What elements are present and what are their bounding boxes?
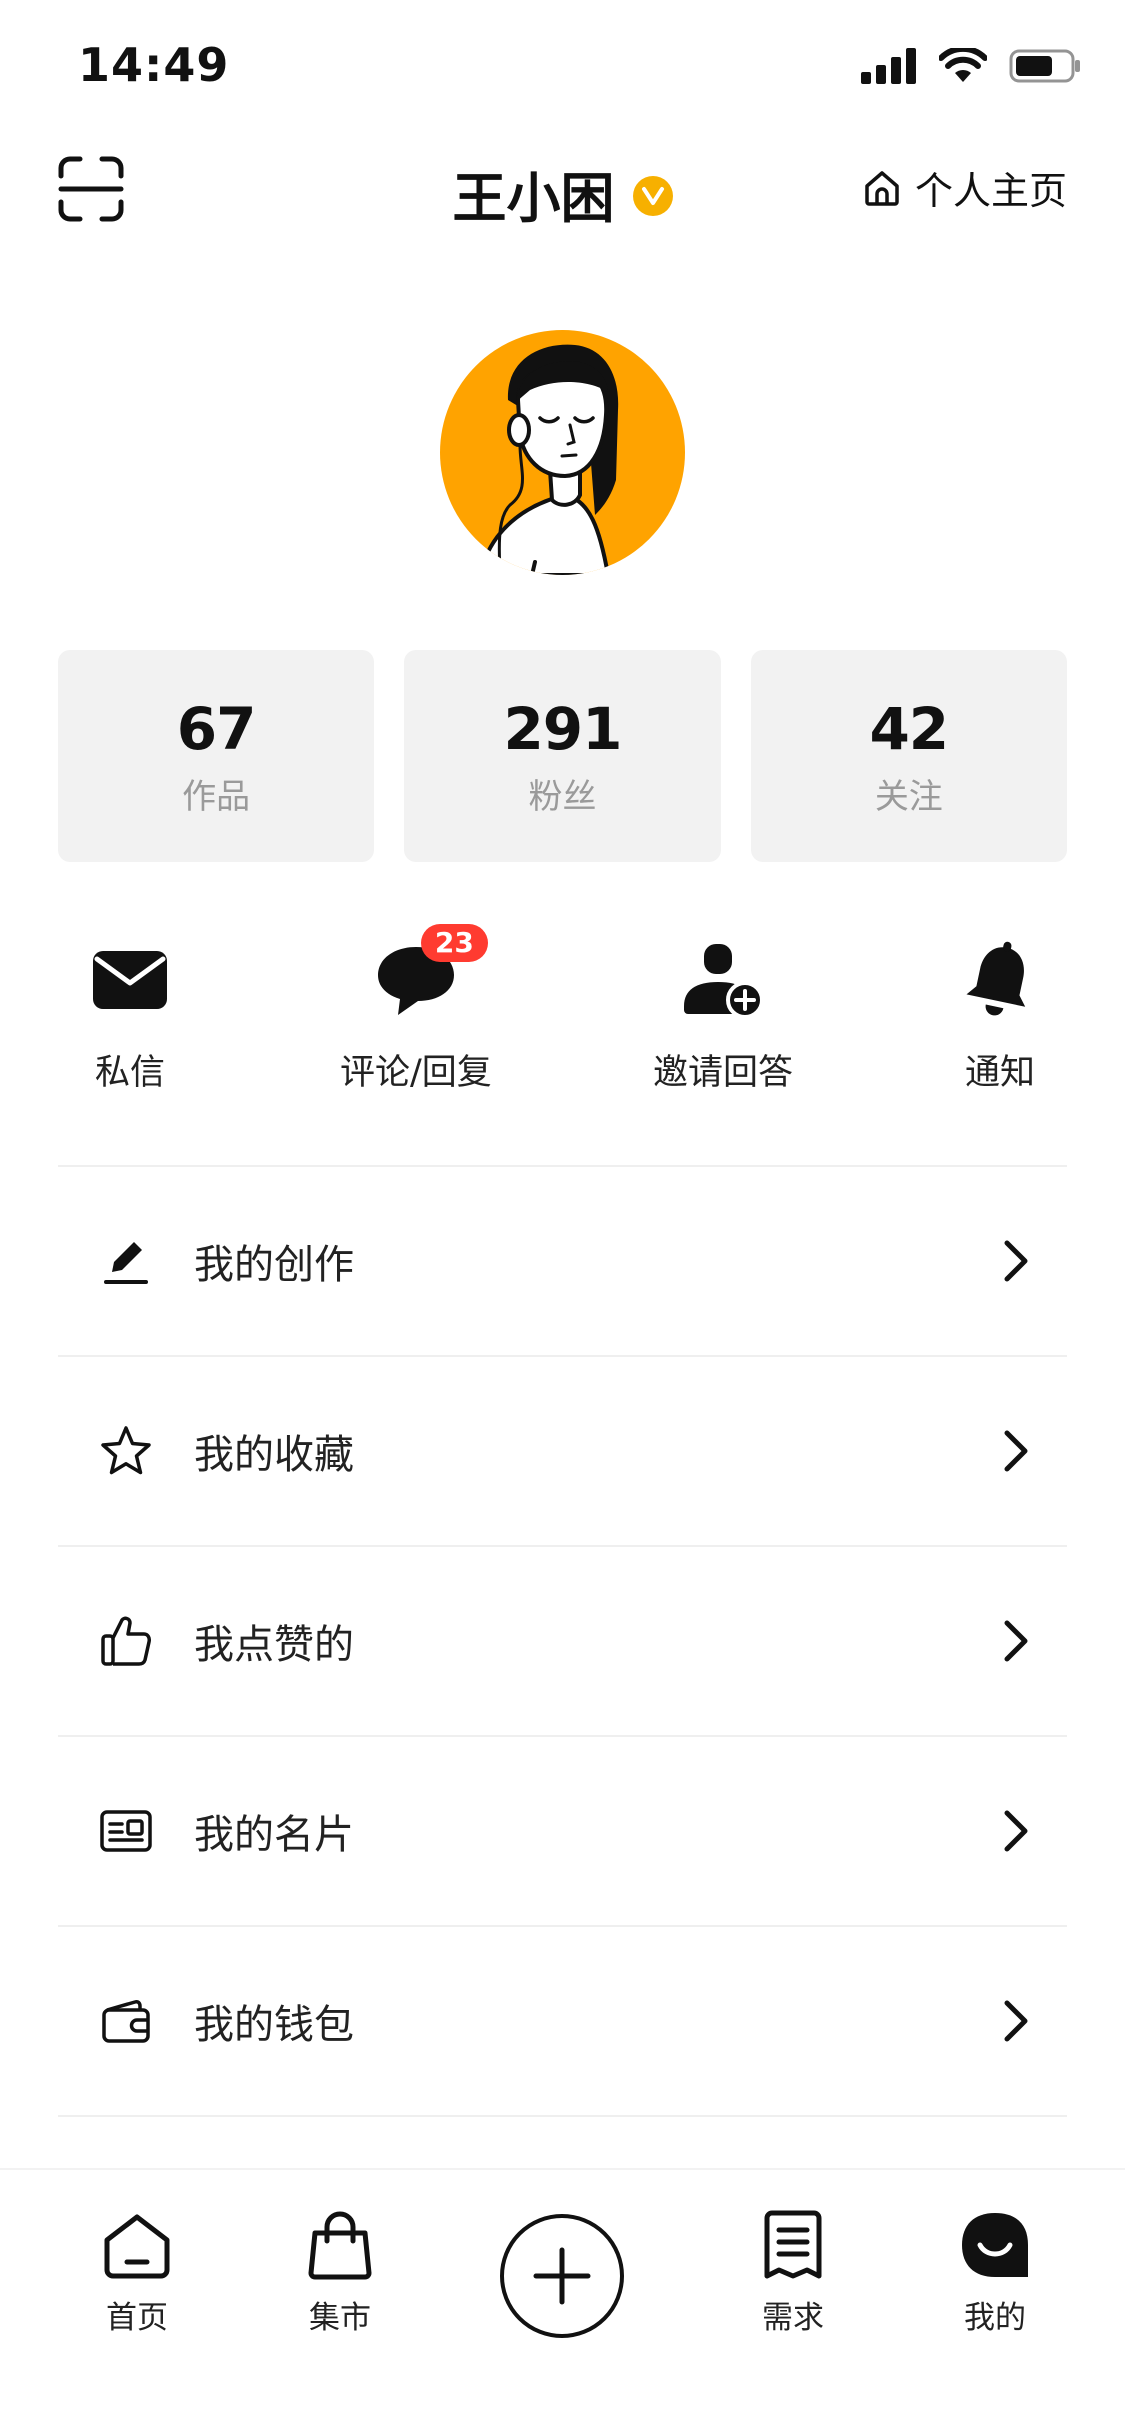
stat-label: 作品 — [182, 776, 251, 817]
tab-label: 我的 — [964, 2300, 1026, 2336]
menu-item-label: 我的创作 — [194, 1242, 354, 1288]
status-bar: 14:49 — [0, 0, 1125, 140]
header: 王小困 个人主页 — [0, 140, 1125, 280]
smile-icon — [962, 2213, 1028, 2277]
status-time: 14:49 — [78, 38, 230, 92]
avatar-illustration — [477, 344, 619, 575]
tab-market[interactable]: 集市 — [270, 2208, 410, 2337]
battery-icon — [1009, 49, 1080, 83]
stat-label: 粉丝 — [528, 776, 597, 817]
homepage-link[interactable]: 个人主页 — [863, 160, 1067, 215]
tab-label: 首页 — [106, 2300, 168, 2336]
mail-icon — [93, 951, 167, 1009]
thumbs-up-icon — [101, 1616, 151, 1666]
action-invite-answer[interactable]: 邀请回答 — [653, 930, 793, 1095]
wallet-icon — [102, 2000, 150, 2043]
shopping-bag-icon — [308, 2211, 372, 2280]
avatar[interactable] — [440, 330, 685, 575]
menu-item-my-card[interactable]: 我的名片 — [58, 1737, 1067, 1927]
menu-item-label: 我点赞的 — [194, 1622, 354, 1668]
action-private-message[interactable]: 私信 — [80, 930, 180, 1095]
stat-value: 67 — [176, 694, 257, 763]
status-icons — [861, 48, 1081, 84]
stat-value: 42 — [869, 694, 949, 763]
pen-icon — [104, 1242, 148, 1284]
verified-v-icon — [641, 186, 664, 205]
star-icon — [101, 1426, 151, 1475]
menu-item-my-likes[interactable]: 我点赞的 — [58, 1547, 1067, 1737]
home-icon — [104, 2214, 170, 2279]
action-label: 评论/回复 — [340, 1053, 492, 1093]
chevron-right-icon — [1004, 1430, 1028, 1472]
stat-value: 291 — [503, 694, 622, 763]
stat-followers[interactable]: 291 粉丝 — [404, 650, 721, 862]
unread-count-badge: 23 — [420, 924, 488, 962]
bell-icon — [966, 941, 1026, 1016]
chevron-right-icon — [1004, 2000, 1028, 2042]
create-button[interactable] — [500, 2214, 624, 2338]
tab-mine[interactable]: 我的 — [925, 2208, 1065, 2337]
verified-badge — [632, 175, 673, 216]
stat-label: 关注 — [874, 776, 943, 817]
menu-item-my-favorites[interactable]: 我的收藏 — [58, 1357, 1067, 1547]
chevron-right-icon — [1004, 1810, 1028, 1852]
tab-demand[interactable]: 需求 — [723, 2208, 863, 2337]
tab-bar: 首页 集市 需求 我的 — [0, 2168, 1125, 2436]
homepage-link-label: 个人主页 — [914, 169, 1067, 213]
menu-item-label: 我的收藏 — [194, 1432, 354, 1478]
stat-works[interactable]: 67 作品 — [58, 650, 375, 862]
tab-home[interactable]: 首页 — [67, 2208, 207, 2337]
stat-following[interactable]: 42 关注 — [750, 650, 1067, 862]
plus-icon — [533, 2247, 591, 2305]
add-user-icon — [684, 944, 764, 1018]
action-comments-replies[interactable]: 23 评论/回复 — [340, 924, 492, 1095]
menu-item-label: 我的钱包 — [194, 2002, 354, 2048]
tab-label: 集市 — [309, 2300, 371, 2336]
wifi-icon — [939, 48, 987, 82]
page-title: 王小困 — [452, 167, 615, 230]
menu-list: 我的创作 我的收藏 我点赞的 我的名片 我的钱包 — [58, 1165, 1067, 2117]
menu-item-my-creations[interactable]: 我的创作 — [58, 1167, 1067, 1357]
menu-item-label: 我的名片 — [194, 1812, 354, 1858]
menu-item-my-wallet[interactable]: 我的钱包 — [58, 1927, 1067, 2117]
action-notifications[interactable]: 通知 — [950, 930, 1050, 1095]
action-label: 私信 — [94, 1053, 165, 1093]
action-label: 邀请回答 — [653, 1053, 794, 1093]
stats-row: 67 作品 291 粉丝 42 关注 — [58, 650, 1067, 862]
document-icon — [764, 2210, 822, 2279]
cellular-signal-icon — [861, 48, 916, 84]
id-card-icon — [100, 1810, 152, 1852]
home-outline-icon — [865, 170, 899, 206]
quick-actions: 私信 23 评论/回复 邀请回答 通知 — [58, 924, 1067, 1110]
chevron-right-icon — [1004, 1240, 1028, 1282]
tab-label: 需求 — [762, 2300, 824, 2336]
action-label: 通知 — [964, 1053, 1035, 1093]
chevron-right-icon — [1004, 1620, 1028, 1662]
